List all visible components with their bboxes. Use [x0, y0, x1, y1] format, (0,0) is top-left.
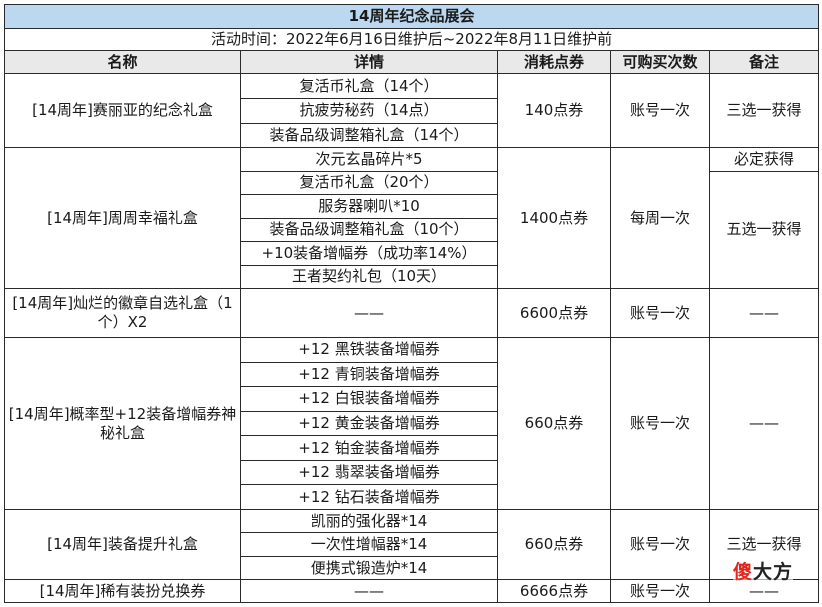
- item-limit: 每周一次: [610, 147, 710, 290]
- item-detail: 服务器喇叭*10: [240, 194, 498, 219]
- item-cost: 1400点券: [497, 147, 611, 290]
- item-detail: 复活币礼盒（14个）: [240, 73, 498, 100]
- item-limit: 账号一次: [610, 579, 710, 603]
- item-name: [14周年]概率型+12装备增幅券神秘礼盒: [4, 337, 241, 510]
- item-name: [14周年]装备提升礼盒: [4, 508, 241, 581]
- item-cost: 660点券: [497, 508, 611, 581]
- item-detail: ——: [240, 288, 498, 339]
- event-table: 14周年纪念品展会 活动时间：2022年6月16日维护后~2022年8月11日维…: [3, 4, 820, 603]
- header-details: 详情: [240, 49, 498, 75]
- item-detail: +12 青铜装备增幅券: [240, 361, 498, 388]
- item-cost: 140点券: [497, 73, 611, 149]
- item-note: ——: [708, 337, 820, 510]
- item-limit: 账号一次: [610, 508, 710, 581]
- item-detail: 抗疲劳秘药（14点）: [240, 98, 498, 124]
- header-limit: 可购买次数: [610, 49, 710, 75]
- header-name: 名称: [4, 49, 241, 75]
- item-name: [14周年]稀有装扮兑换券: [4, 579, 241, 603]
- watermark-part1: 傻: [733, 561, 754, 583]
- item-cost: 660点券: [497, 337, 611, 510]
- item-detail: ——: [240, 579, 498, 603]
- item-limit: 账号一次: [610, 288, 710, 339]
- item-detail: +12 翡翠装备增幅券: [240, 459, 498, 486]
- item-detail: 便携式锻造炉*14: [240, 555, 498, 581]
- item-note: ——: [708, 288, 820, 339]
- item-name: [14周年]赛丽亚的纪念礼盒: [4, 73, 241, 149]
- item-limit: 账号一次: [610, 337, 710, 510]
- event-period: 活动时间：2022年6月16日维护后~2022年8月11日维护前: [3, 27, 820, 51]
- item-detail: +12 黄金装备增幅券: [240, 410, 498, 437]
- item-detail: 王者契约礼包（10天）: [240, 264, 498, 290]
- header-note: 备注: [708, 49, 820, 75]
- item-note: 三选一获得: [708, 73, 820, 149]
- item-note: 五选一获得: [708, 170, 820, 290]
- item-detail: 复活币礼盒（20个）: [240, 170, 498, 196]
- item-detail: 凯丽的强化器*14: [240, 508, 498, 534]
- item-detail: 装备品级调整箱礼盒（10个）: [240, 217, 498, 243]
- watermark-part2: 大方: [753, 561, 794, 583]
- item-cost: 6666点券: [497, 579, 611, 603]
- item-detail: +12 铂金装备增幅券: [240, 435, 498, 461]
- item-detail: 装备品级调整箱礼盒（14个）: [240, 122, 498, 149]
- item-limit: 账号一次: [610, 73, 710, 149]
- item-note-guaranteed: 必定获得: [708, 147, 820, 172]
- item-detail: 次元玄晶碎片*5: [240, 147, 498, 172]
- header-cost: 消耗点券: [497, 49, 611, 75]
- item-detail: +10装备增幅券（成功率14%）: [240, 241, 498, 266]
- item-detail: +12 白银装备增幅券: [240, 386, 498, 412]
- item-detail: 一次性增幅器*14: [240, 532, 498, 557]
- item-name: [14周年]周周幸福礼盒: [4, 147, 241, 290]
- item-detail: +12 钻石装备增幅券: [240, 484, 498, 510]
- table-title: 14周年纪念品展会: [3, 4, 820, 29]
- item-cost: 6600点券: [497, 288, 611, 339]
- watermark-logo: 傻大方: [733, 557, 794, 584]
- item-name: [14周年]灿烂的徽章自选礼盒（1个）X2: [4, 288, 241, 339]
- item-detail: +12 黑铁装备增幅券: [240, 337, 498, 363]
